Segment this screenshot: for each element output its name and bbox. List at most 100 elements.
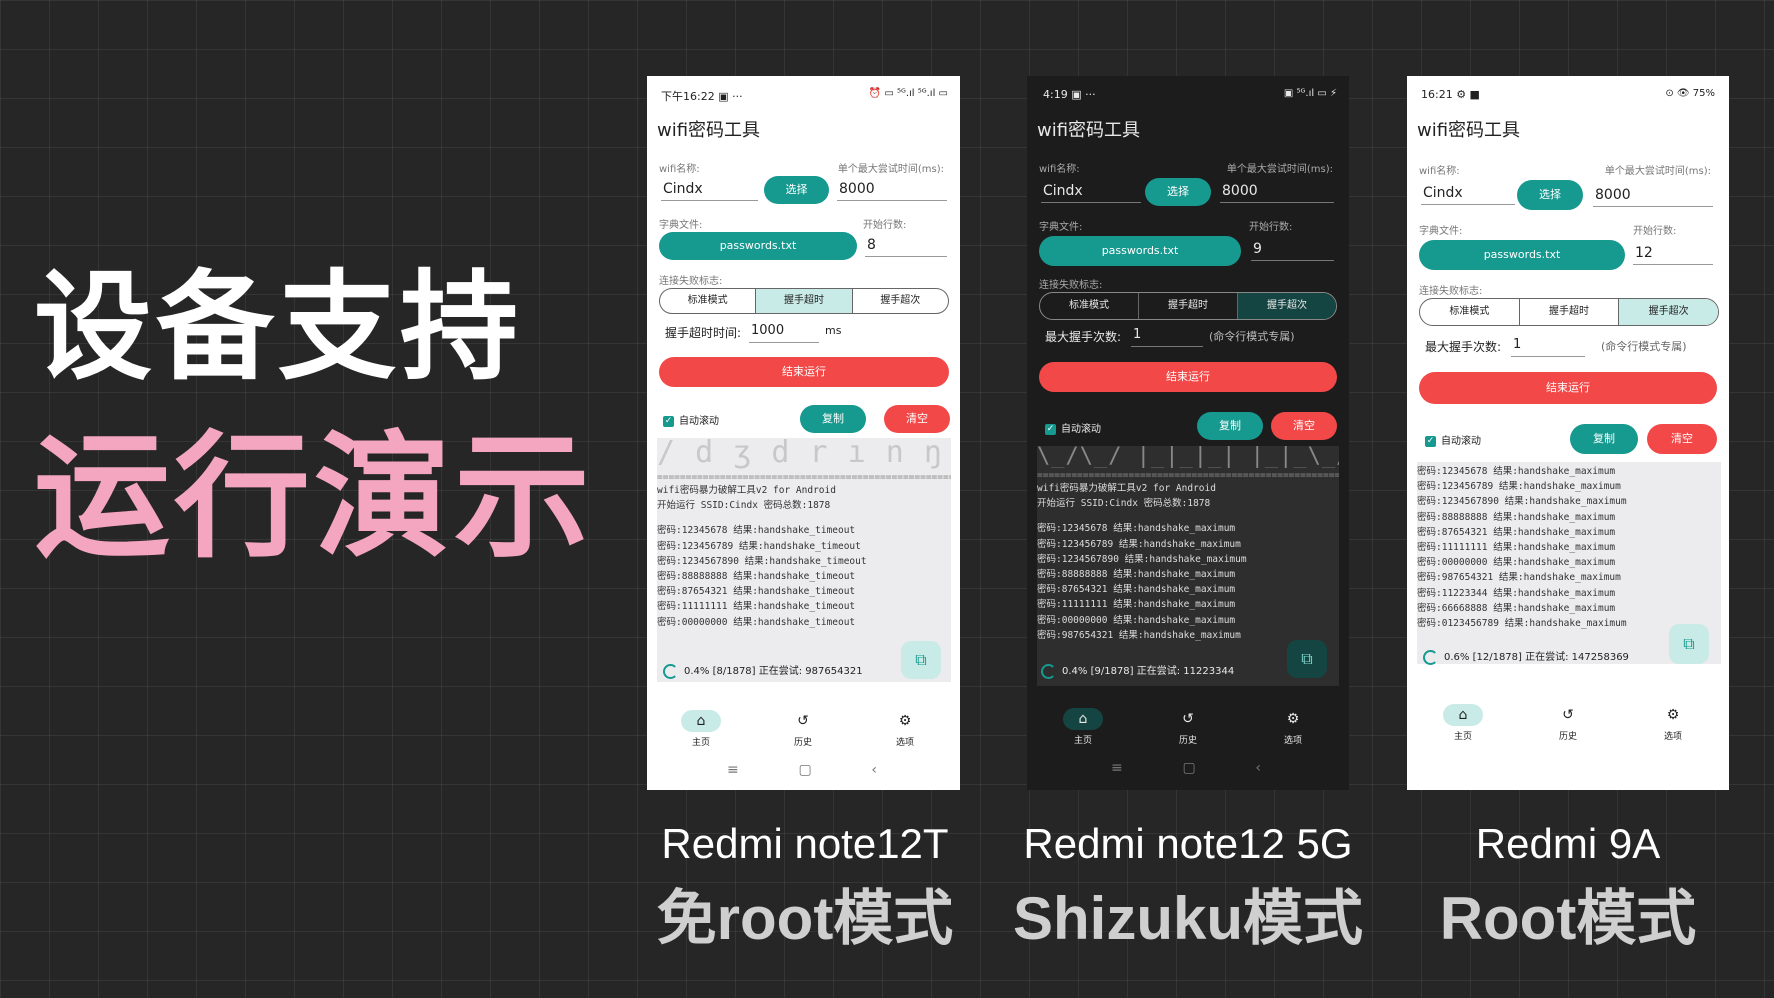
timeout-time-input[interactable]: 1000 <box>749 320 819 343</box>
caption-mode-3: Root模式 <box>1439 885 1697 952</box>
float-window-button[interactable]: ⧉ <box>1669 624 1709 664</box>
log-line: 密码:66668888 结果:handshake_maximum <box>1417 602 1616 614</box>
max-count-input[interactable]: 1 <box>1131 324 1203 347</box>
start-line-input[interactable]: 8 <box>865 234 947 257</box>
auto-scroll-checkbox[interactable]: ✓ 自动滚动 <box>1425 432 1481 447</box>
gear-icon: ⚙ <box>1286 711 1300 727</box>
back-icon[interactable]: ‹ <box>871 762 877 778</box>
status-bar-right: ⏰ ▭ ⁵ᴳ.ıl ⁵ᴳ.ıl ▭ <box>868 88 948 99</box>
home-square-icon[interactable]: ▢ <box>1182 760 1195 776</box>
log-line: 密码:1234567890 结果:handshake_maximum <box>1037 553 1247 565</box>
nav-home[interactable]: ⌂ 主页 <box>1433 704 1493 742</box>
clear-button[interactable]: 清空 <box>1271 412 1337 440</box>
wifi-name-input[interactable]: Cindx <box>661 178 758 201</box>
progress-text: 0.4% [8/1878] 正在尝试: 987654321 <box>684 666 863 677</box>
clear-button[interactable]: 清空 <box>1647 424 1717 454</box>
status-bar-left: 4:19 ▣ ··· <box>1043 88 1096 101</box>
menu-icon[interactable]: ≡ <box>1111 760 1123 776</box>
caption-mode-1: 免root模式 <box>656 885 954 952</box>
copy-button[interactable]: 复制 <box>800 405 866 433</box>
nav-options[interactable]: ⚙ 选项 <box>875 710 935 748</box>
caption-device-2: Redmi note12 5G <box>1023 820 1353 867</box>
max-time-input[interactable]: 8000 <box>837 178 947 201</box>
nav-home[interactable]: ⌂ 主页 <box>1053 708 1113 746</box>
seg-handshake-count[interactable]: 握手超次 <box>1238 293 1336 319</box>
auto-scroll-checkbox[interactable]: ✓ 自动滚动 <box>663 412 719 427</box>
home-icon: ⌂ <box>1063 708 1103 730</box>
check-icon: ✓ <box>663 415 674 427</box>
nav-history-label: 历史 <box>1178 736 1197 746</box>
ms-unit: ms <box>825 324 842 337</box>
status-bar-left: 下午16:22 ▣ ··· <box>661 90 743 103</box>
log-line: 密码:11223344 结果:handshake_maximum <box>1417 587 1616 599</box>
copy-button[interactable]: 复制 <box>1197 412 1263 440</box>
auto-scroll-label: 自动滚动 <box>679 416 719 427</box>
progress-status: 0.4% [9/1878] 正在尝试: 11223344 <box>1041 662 1234 679</box>
copy-button[interactable]: 复制 <box>1570 424 1638 454</box>
select-wifi-button[interactable]: 选择 <box>764 176 829 204</box>
app-title: wifi密码工具 <box>657 120 761 141</box>
max-time-input[interactable]: 8000 <box>1220 180 1334 203</box>
picture-in-picture-icon: ⧉ <box>915 650 927 669</box>
wifi-name-label: wifi名称: <box>659 164 700 175</box>
caption-mode-2: Shizuku模式 <box>1012 885 1363 952</box>
float-window-button[interactable]: ⧉ <box>901 641 941 679</box>
spinner-icon <box>1041 663 1056 679</box>
phone-redmi-9a: 16:21 ⚙ ■ ⊙ 👁 75% wifi密码工具 wifi名称: 单个最大尝… <box>1407 76 1729 790</box>
home-square-icon[interactable]: ▢ <box>798 762 811 778</box>
select-wifi-button[interactable]: 选择 <box>1517 180 1583 210</box>
seg-standard-mode[interactable]: 标准模式 <box>1040 293 1139 319</box>
seg-standard-mode[interactable]: 标准模式 <box>1420 299 1520 325</box>
seg-handshake-count[interactable]: 握手超次 <box>1619 299 1718 325</box>
max-count-label: 最大握手次数: <box>1425 340 1502 354</box>
fail-flag-segmented: 标准模式 握手超时 握手超次 <box>1419 298 1719 326</box>
seg-handshake-timeout[interactable]: 握手超时 <box>756 289 853 313</box>
auto-scroll-checkbox[interactable]: ✓ 自动滚动 <box>1045 420 1101 435</box>
fail-flag-segmented: 标准模式 握手超时 握手超次 <box>659 288 949 314</box>
nav-history[interactable]: ↺ 历史 <box>1158 708 1218 746</box>
menu-icon[interactable]: ≡ <box>727 762 739 778</box>
clear-button[interactable]: 清空 <box>884 405 950 433</box>
start-line-label: 开始行数: <box>863 220 907 231</box>
stop-run-button[interactable]: 结束运行 <box>659 357 949 387</box>
log-line: 密码:11111111 结果:handshake_timeout <box>657 601 856 613</box>
cmd-only-note: (命令行模式专属) <box>1209 330 1295 343</box>
log-line: 密码:12345678 结果:handshake_maximum <box>1037 523 1236 535</box>
log-line: 密码:00000000 结果:handshake_maximum <box>1417 557 1616 569</box>
nav-options[interactable]: ⚙ 选项 <box>1263 708 1323 746</box>
nav-options[interactable]: ⚙ 选项 <box>1643 704 1703 742</box>
log-line: 密码:12345678 结果:handshake_maximum <box>1417 466 1616 477</box>
spinner-icon <box>663 663 678 679</box>
wifi-name-input[interactable]: Cindx <box>1421 182 1515 205</box>
seg-handshake-timeout[interactable]: 握手超时 <box>1520 299 1620 325</box>
picture-in-picture-icon: ⧉ <box>1301 649 1313 668</box>
nav-history[interactable]: ↺ 历史 <box>1538 704 1598 742</box>
seg-handshake-timeout[interactable]: 握手超时 <box>1139 293 1238 319</box>
start-line-input[interactable]: 9 <box>1251 238 1334 261</box>
nav-history[interactable]: ↺ 历史 <box>773 710 833 748</box>
dict-file-button[interactable]: passwords.txt <box>1419 240 1625 270</box>
wifi-name-input[interactable]: Cindx <box>1041 180 1141 203</box>
wifi-name-label: wifi名称: <box>1419 166 1460 177</box>
max-count-input[interactable]: 1 <box>1511 334 1585 357</box>
status-bar-right: ▣ ⁵ᴳ.ıl ▭ ⚡ <box>1283 88 1337 99</box>
start-line-label: 开始行数: <box>1633 226 1677 237</box>
picture-in-picture-icon: ⧉ <box>1683 634 1695 653</box>
dict-file-label: 字典文件: <box>1039 222 1083 233</box>
dict-file-button[interactable]: passwords.txt <box>1039 236 1241 266</box>
dict-file-button[interactable]: passwords.txt <box>659 232 857 260</box>
start-line-input[interactable]: 12 <box>1633 242 1713 265</box>
seg-handshake-count[interactable]: 握手超次 <box>853 289 948 313</box>
select-wifi-button[interactable]: 选择 <box>1145 178 1211 206</box>
float-window-button[interactable]: ⧉ <box>1287 640 1327 678</box>
max-time-input[interactable]: 8000 <box>1593 184 1713 207</box>
seg-standard-mode[interactable]: 标准模式 <box>660 289 757 313</box>
bottom-nav: ⌂ 主页 ↺ 历史 ⚙ 选项 <box>671 710 935 748</box>
stop-run-button[interactable]: 结束运行 <box>1039 362 1337 392</box>
dict-file-label: 字典文件: <box>1419 226 1463 237</box>
log-line: 密码:87654321 结果:handshake_maximum <box>1417 526 1616 538</box>
stop-run-button[interactable]: 结束运行 <box>1419 372 1717 404</box>
nav-home[interactable]: ⌂ 主页 <box>671 710 731 748</box>
fail-flag-label: 连接失败标志: <box>1419 286 1483 297</box>
back-icon[interactable]: ‹ <box>1255 760 1261 776</box>
